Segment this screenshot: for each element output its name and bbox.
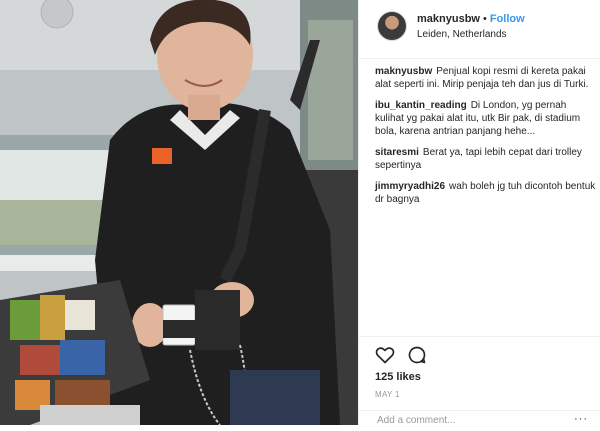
photo-illustration	[0, 0, 358, 425]
likes-count[interactable]: 125 likes	[375, 371, 421, 383]
speech-bubble-icon[interactable]	[407, 345, 427, 365]
comment-username[interactable]: ibu_kantin_reading	[375, 100, 467, 111]
comment-username[interactable]: jimmyryadhi26	[375, 181, 445, 192]
username-row: maknyusbw • Follow	[417, 13, 525, 25]
follow-button[interactable]: Follow	[490, 13, 525, 25]
comment-item: ibu_kantin_reading Di London, yg pernah k…	[375, 99, 597, 138]
post-photo[interactable]	[0, 0, 358, 425]
post-sidebar: maknyusbw • Follow Leiden, Netherlands mak…	[358, 0, 600, 427]
username-link[interactable]: maknyusbw	[417, 13, 480, 25]
heart-icon[interactable]	[375, 345, 395, 365]
action-icons	[375, 345, 435, 367]
comment-item: jimmyryadhi26 wah boleh jg tuh dicontoh b…	[375, 180, 597, 206]
add-comment-bar: ···	[359, 410, 600, 431]
comments-list: maknyusbw Penjual kopi resmi di kereta pa…	[375, 65, 597, 214]
comment-username[interactable]: maknyusbw	[375, 66, 432, 77]
add-comment-input[interactable]	[375, 414, 559, 427]
comment-item: sitaresmi Berat ya, tapi lebih cepat dari…	[375, 146, 597, 172]
ellipsis-icon[interactable]: ···	[574, 413, 588, 425]
separator-dot: •	[482, 13, 487, 25]
post-header: maknyusbw • Follow Leiden, Netherlands	[359, 0, 600, 59]
comment-item: maknyusbw Penjual kopi resmi di kereta pa…	[375, 65, 597, 91]
comment-username[interactable]: sitaresmi	[375, 147, 419, 158]
avatar[interactable]	[377, 11, 407, 41]
post-date: MAY 1	[375, 390, 400, 399]
location-link[interactable]: Leiden, Netherlands	[417, 29, 507, 40]
post-actions: 125 likes MAY 1 ···	[359, 336, 600, 427]
